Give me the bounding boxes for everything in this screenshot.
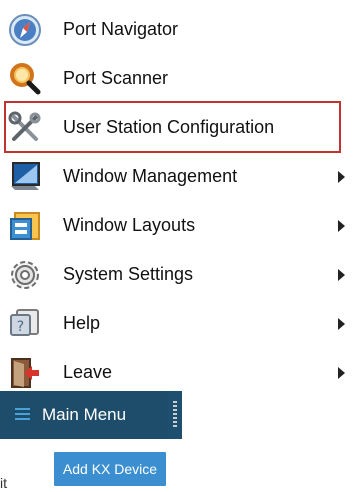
menu-item-label: User Station Configuration bbox=[63, 117, 275, 137]
hamburger-icon bbox=[15, 408, 30, 421]
menu-item-label: Window Layouts bbox=[63, 215, 196, 235]
main-menu-button[interactable]: Main Menu bbox=[0, 391, 168, 439]
submenu-arrow-icon bbox=[338, 220, 345, 232]
screen: Port Navigator Port Scanner User Station… bbox=[0, 0, 359, 492]
menu-item-window-management[interactable]: Window Management bbox=[0, 152, 359, 201]
menu-item-label: Leave bbox=[63, 362, 113, 382]
submenu-arrow-icon bbox=[338, 269, 345, 281]
monitor-icon bbox=[8, 160, 42, 194]
taskbar: Main Menu bbox=[0, 391, 182, 439]
compass-icon bbox=[8, 13, 42, 47]
add-kx-device-button[interactable]: Add KX Device bbox=[54, 452, 166, 486]
taskbar-grip-handle[interactable] bbox=[173, 401, 177, 429]
menu-item-label: Port Navigator bbox=[63, 19, 179, 39]
menu-item-system-settings[interactable]: System Settings bbox=[0, 250, 359, 299]
help-icon: ? bbox=[8, 307, 42, 341]
menu-item-user-station-configuration[interactable]: User Station Configuration bbox=[0, 103, 359, 152]
magnifier-icon bbox=[8, 62, 42, 96]
main-menu-popup: Port Navigator Port Scanner User Station… bbox=[0, 0, 359, 392]
exit-icon bbox=[8, 356, 42, 390]
menu-item-label: Help bbox=[63, 313, 101, 333]
menu-item-leave[interactable]: Leave bbox=[0, 348, 359, 397]
layouts-icon bbox=[8, 209, 42, 243]
tools-icon bbox=[8, 111, 42, 145]
submenu-arrow-icon bbox=[338, 171, 345, 183]
menu-item-label: Port Scanner bbox=[63, 68, 169, 88]
svg-text:?: ? bbox=[17, 319, 24, 335]
gear-icon bbox=[8, 258, 42, 292]
submenu-arrow-icon bbox=[338, 367, 345, 379]
menu-item-help[interactable]: ? Help bbox=[0, 299, 359, 348]
menu-item-port-scanner[interactable]: Port Scanner bbox=[0, 54, 359, 103]
menu-item-window-layouts[interactable]: Window Layouts bbox=[0, 201, 359, 250]
main-menu-label: Main Menu bbox=[42, 405, 127, 424]
menu-item-port-navigator[interactable]: Port Navigator bbox=[0, 5, 359, 54]
menu-item-label: Window Management bbox=[63, 166, 238, 186]
menu-item-label: System Settings bbox=[63, 264, 194, 284]
partial-text: it bbox=[0, 476, 7, 490]
submenu-arrow-icon bbox=[338, 318, 345, 330]
